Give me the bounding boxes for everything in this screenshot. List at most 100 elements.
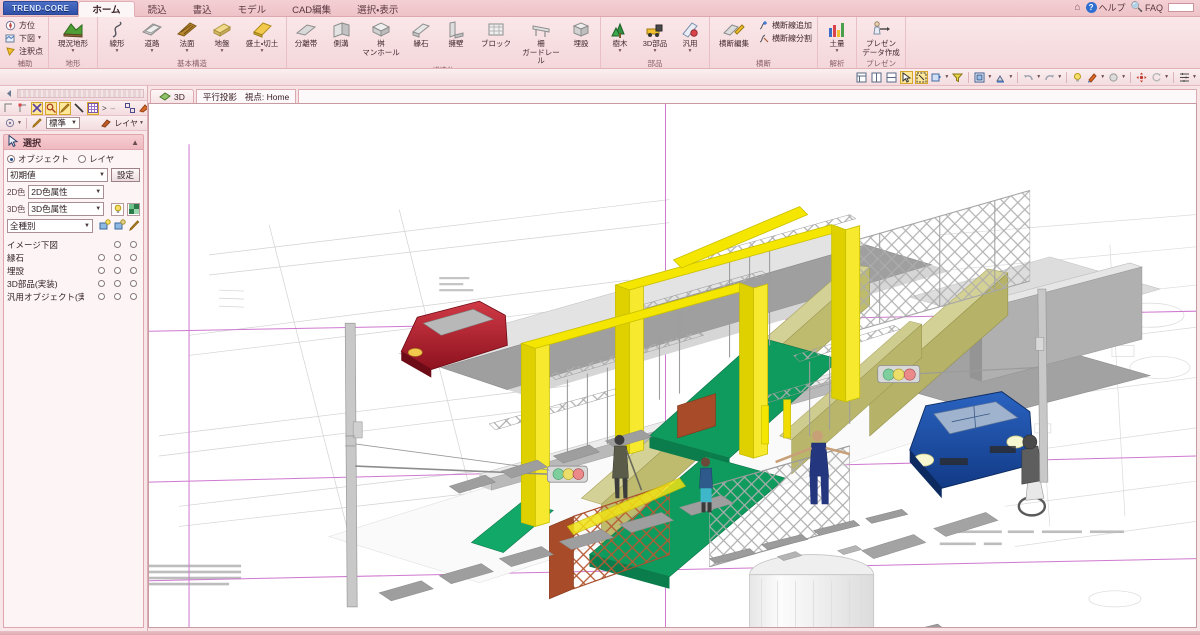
chevron-down-icon[interactable]: ▼: [115, 48, 120, 53]
chevron-down-icon[interactable]: ▼: [71, 48, 76, 53]
chevron-down-icon[interactable]: ▼: [260, 48, 265, 53]
redo-icon[interactable]: [1043, 71, 1056, 84]
chevron-down-icon[interactable]: ▼: [37, 35, 42, 41]
snap-pen-icon[interactable]: [59, 101, 71, 115]
ribbon-button-generic-part[interactable]: 汎用 ▼: [673, 18, 707, 53]
legend-dot[interactable]: [98, 267, 105, 274]
layer-on-icon[interactable]: [99, 219, 111, 233]
layer-pen-icon[interactable]: [99, 117, 112, 130]
ribbon-button-block[interactable]: ブロック: [474, 18, 518, 49]
snap-angle-icon[interactable]: >: [101, 102, 108, 115]
pan-move-icon[interactable]: [1135, 71, 1148, 84]
ribbon-button-buried-pipe[interactable]: 埋設: [564, 18, 598, 49]
chevron-down-icon[interactable]: ▼: [185, 48, 190, 53]
chevron-down-icon[interactable]: ▼: [220, 48, 225, 53]
tab-home[interactable]: ホーム: [78, 1, 135, 17]
pencil-icon[interactable]: [31, 117, 44, 130]
chevron-down-icon[interactable]: ▼: [150, 48, 155, 53]
legend-dot[interactable]: [130, 280, 137, 287]
ribbon-button-curb[interactable]: 縁石: [404, 18, 438, 49]
chevron-down-icon[interactable]: ▼: [1192, 74, 1197, 80]
snap-cross-icon[interactable]: [31, 101, 43, 115]
rotate-icon[interactable]: [1150, 71, 1163, 84]
ribbon-button-gutter[interactable]: 側溝: [324, 18, 358, 49]
view-list-icon[interactable]: [855, 71, 868, 84]
chevron-down-icon[interactable]: ▼: [653, 48, 658, 53]
ribbon-button-manhole[interactable]: 桝 マンホール: [359, 18, 403, 57]
undo-icon[interactable]: [1022, 71, 1035, 84]
list-item[interactable]: 縁石: [7, 251, 140, 264]
chevron-down-icon[interactable]: ▼: [1100, 74, 1105, 80]
ribbon-button-ground[interactable]: 地盤 ▼: [205, 18, 239, 53]
legend-dot[interactable]: [98, 293, 105, 300]
collapse-panel-icon[interactable]: [3, 87, 15, 99]
legend-dot[interactable]: [130, 293, 137, 300]
chevron-down-icon[interactable]: ▼: [1164, 74, 1169, 80]
light-bulb-icon[interactable]: [1071, 71, 1084, 84]
list-item[interactable]: 3D部品(実装): [7, 277, 140, 290]
ribbon-button-slope[interactable]: 法面 ▼: [170, 18, 204, 53]
tab-import[interactable]: 読込: [135, 1, 180, 16]
light-bulb-icon[interactable]: [111, 202, 124, 216]
view-stack-icon[interactable]: [885, 71, 898, 84]
ribbon-button-existing-terrain[interactable]: 現況地形 ▼: [51, 18, 95, 53]
legend-dot[interactable]: [130, 241, 137, 248]
legend-dot[interactable]: [114, 293, 121, 300]
ribbon-button-alignment[interactable]: 線形 ▼: [100, 18, 134, 53]
snap-grid-icon[interactable]: [87, 101, 99, 115]
chevron-down-icon[interactable]: ▼: [17, 120, 22, 126]
tab-3d-view[interactable]: 3D: [150, 89, 194, 103]
layer-off-icon[interactable]: [114, 219, 126, 233]
layer-button-label[interactable]: レイヤ: [114, 118, 138, 129]
settings-button[interactable]: 設定: [110, 168, 140, 182]
chevron-down-icon[interactable]: ▼: [1036, 74, 1041, 80]
measure-icon[interactable]: [1178, 71, 1191, 84]
legend-dot[interactable]: [130, 267, 137, 274]
chevron-down-icon[interactable]: ▼: [139, 120, 144, 126]
list-item[interactable]: イメージ下図: [7, 238, 140, 251]
legend-dot[interactable]: [114, 254, 121, 261]
legend-dot[interactable]: [98, 280, 105, 287]
snap-color-icon[interactable]: [138, 102, 147, 115]
chevron-down-icon[interactable]: ▼: [944, 74, 949, 80]
radio-layer[interactable]: レイヤ: [78, 153, 114, 165]
legend-dot[interactable]: [114, 280, 121, 287]
color-2d-combo[interactable]: 2D色属性 ▼: [28, 185, 105, 199]
ribbon-button-guardrail[interactable]: 柵 ガードレール: [519, 18, 563, 66]
snap-line-icon[interactable]: [73, 102, 85, 115]
draw-style-combo[interactable]: 標準 ▼: [45, 117, 80, 129]
ribbon-button-road[interactable]: 道路 ▼: [135, 18, 169, 53]
filter-icon[interactable]: [951, 71, 964, 84]
ribbon-button-retaining-wall[interactable]: 擁壁: [439, 18, 473, 49]
snap-endpoint-icon[interactable]: [3, 102, 15, 115]
select-region-icon[interactable]: [915, 70, 929, 84]
ribbon-button-section-line-split[interactable]: 横断線分割: [758, 32, 812, 44]
view-cube-icon[interactable]: [973, 71, 986, 84]
chevron-up-icon[interactable]: ▲: [131, 138, 139, 147]
snap-offset-icon[interactable]: –: [110, 102, 116, 115]
chevron-down-icon[interactable]: ▼: [618, 48, 623, 53]
chevron-down-icon[interactable]: ▼: [1008, 74, 1013, 80]
ribbon-button-underlay[interactable]: 下図 ▼: [5, 32, 43, 44]
snap-vertex-icon[interactable]: [17, 102, 29, 115]
legend-dot[interactable]: [114, 267, 121, 274]
chevron-down-icon[interactable]: ▼: [835, 48, 840, 53]
preset-combo[interactable]: 初期値 ▼: [7, 168, 108, 182]
search-input[interactable]: [1168, 3, 1194, 12]
shade-icon[interactable]: [1107, 71, 1120, 84]
paint-icon[interactable]: [1086, 71, 1099, 84]
chevron-down-icon[interactable]: ▼: [1057, 74, 1062, 80]
faq-button[interactable]: 🔍 FAQ: [1131, 2, 1163, 13]
ribbon-button-earth-volume[interactable]: 土量 ▼: [820, 18, 854, 53]
snap-magnifier-icon[interactable]: [45, 101, 57, 115]
tab-model[interactable]: モデル: [225, 1, 280, 16]
select-arrow-icon[interactable]: [900, 70, 914, 84]
legend-dot[interactable]: [130, 254, 137, 261]
tab-export[interactable]: 書込: [180, 1, 225, 16]
target-icon[interactable]: [3, 117, 16, 130]
chevron-down-icon[interactable]: ▼: [987, 74, 992, 80]
3d-canvas[interactable]: [148, 103, 1197, 628]
pen-icon[interactable]: [129, 219, 140, 233]
legend-dot[interactable]: [114, 241, 121, 248]
chevron-down-icon[interactable]: ▼: [688, 48, 693, 53]
